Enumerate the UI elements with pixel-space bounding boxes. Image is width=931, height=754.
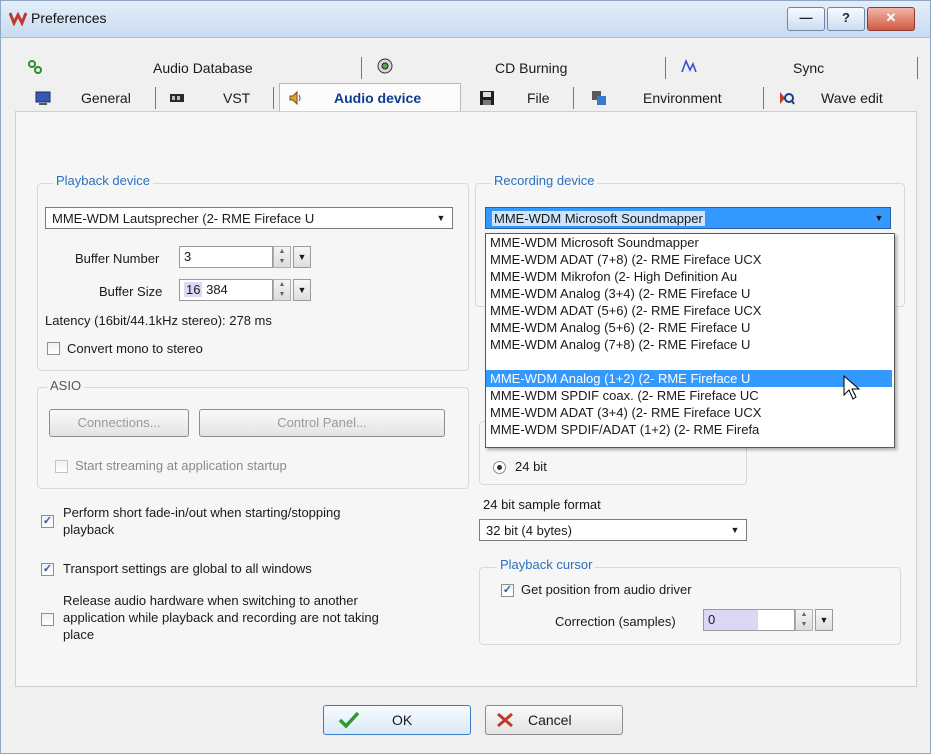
tab-separator: [763, 87, 764, 109]
playback-device-label: Playback device: [53, 173, 153, 188]
app-logo-icon: [9, 11, 27, 27]
cd-icon: [377, 58, 393, 74]
bit-depth-24-radio[interactable]: [493, 461, 506, 474]
tab-separator: [573, 87, 574, 109]
list-item[interactable]: MME-WDM Microsoft Soundmapper: [486, 234, 892, 251]
release-label-line3: place: [63, 627, 95, 642]
start-streaming-checkbox[interactable]: [55, 460, 68, 473]
transport-global-label: Transport settings are global to all win…: [63, 561, 312, 576]
list-item[interactable]: MME-WDM Analog (5+6) (2- RME Fireface U: [486, 319, 892, 336]
environment-icon: [592, 91, 606, 105]
fade-label-line2: playback: [63, 522, 115, 537]
buffer-number-stepper[interactable]: ▲ ▼: [273, 246, 291, 268]
transport-global-checkbox[interactable]: ✓: [41, 563, 54, 576]
sync-icon: [681, 58, 697, 73]
bit-depth-24-label: 24 bit: [515, 459, 547, 474]
fade-checkbox[interactable]: ✓: [41, 515, 54, 528]
get-position-label: Get position from audio driver: [521, 582, 692, 597]
connections-button[interactable]: Connections...: [49, 409, 189, 437]
tab-sync[interactable]: Sync: [681, 55, 911, 81]
tab-environment[interactable]: Environment: [585, 85, 755, 111]
floppy-icon: [480, 91, 494, 105]
vst-icon: [170, 94, 184, 102]
computer-icon: [35, 91, 51, 105]
release-label-line2: application while playback and recording…: [63, 610, 379, 625]
list-item[interactable]: MME-WDM Analog (7+8) (2- RME Fireface U: [486, 336, 892, 353]
ok-button[interactable]: OK: [323, 705, 471, 735]
chevron-down-icon: ▼: [436, 213, 446, 223]
sample-format-select[interactable]: 32 bit (4 bytes) ▼: [479, 519, 747, 541]
tab-vst[interactable]: VST: [167, 85, 263, 111]
window-title: Preferences: [31, 10, 107, 26]
checkmark-icon: [338, 711, 360, 729]
buffer-size-stepper[interactable]: ▲ ▼: [273, 279, 291, 301]
tab-separator: [155, 87, 156, 109]
buffer-size-label: Buffer Size: [99, 284, 163, 299]
wave-edit-icon: [780, 92, 795, 105]
playback-cursor-group: [479, 567, 901, 645]
tab-separator: [361, 57, 362, 79]
mouse-cursor-icon: [843, 375, 861, 400]
tab-cd-burning[interactable]: CD Burning: [377, 55, 657, 81]
list-item[interactable]: MME-WDM SPDIF coax. (2- RME Fireface UC: [486, 387, 892, 404]
get-position-checkbox[interactable]: ✓: [501, 584, 514, 597]
asio-group: [37, 387, 469, 489]
list-item-highlighted[interactable]: MME-WDM Analog (1+2) (2- RME Fireface U: [486, 370, 892, 387]
convert-mono-label: Convert mono to stereo: [67, 341, 203, 356]
buffer-size-dropdown[interactable]: ▼: [293, 279, 311, 301]
tab-file[interactable]: File: [471, 85, 563, 111]
speaker-icon: [289, 90, 301, 106]
asio-label: ASIO: [47, 378, 85, 393]
list-item[interactable]: MME-WDM ADAT (7+8) (2- RME Fireface UCX: [486, 251, 892, 268]
tab-row-bottom: General VST Audio device File Environmen…: [1, 83, 930, 112]
chevron-down-icon: ▼: [730, 525, 740, 535]
fade-label-line1: Perform short fade-in/out when starting/…: [63, 505, 341, 520]
chevron-down-icon: ▼: [874, 213, 884, 223]
list-item[interactable]: MME-WDM SPDIF/ADAT (1+2) (2- RME Firefa: [486, 421, 892, 438]
correction-stepper[interactable]: ▲ ▼: [795, 609, 813, 631]
close-button[interactable]: ✕: [867, 7, 915, 31]
latency-text: Latency (16bit/44.1kHz stereo): 278 ms: [45, 313, 272, 328]
playback-device-select[interactable]: MME-WDM Lautsprecher (2- RME Fireface U …: [45, 207, 453, 229]
correction-label: Correction (samples): [555, 614, 676, 629]
help-button[interactable]: ?: [827, 7, 865, 31]
playback-cursor-label: Playback cursor: [497, 557, 596, 572]
tab-wave-edit[interactable]: Wave edit: [773, 85, 903, 111]
release-hardware-checkbox[interactable]: [41, 613, 54, 626]
tab-general[interactable]: General: [25, 85, 145, 111]
start-streaming-label: Start streaming at application startup: [75, 458, 287, 473]
correction-input[interactable]: 0: [703, 609, 795, 631]
preferences-window: Preferences — ? ✕ Audio Database CD Burn…: [0, 0, 931, 754]
tab-audio-device[interactable]: Audio device: [279, 83, 461, 112]
recording-device-label: Recording device: [491, 173, 598, 188]
tab-separator: [665, 57, 666, 79]
list-item[interactable]: MME-WDM ADAT (3+4) (2- RME Fireface UCX: [486, 404, 892, 421]
tab-separator: [917, 57, 918, 79]
list-item[interactable]: MME-WDM Analog (3+4) (2- RME Fireface U: [486, 285, 892, 302]
tab-row-top: Audio Database CD Burning Sync: [1, 55, 930, 81]
sample-format-label: 24 bit sample format: [483, 497, 601, 512]
buffer-number-label: Buffer Number: [75, 251, 160, 266]
minimize-button[interactable]: —: [787, 7, 825, 31]
correction-dropdown[interactable]: ▼: [815, 609, 833, 631]
tab-audio-database[interactable]: Audio Database: [27, 55, 327, 81]
buffer-number-input[interactable]: 3: [179, 246, 273, 268]
recording-device-select[interactable]: MME-WDM Microsoft Soundmapper ▼: [485, 207, 891, 229]
control-panel-button[interactable]: Control Panel...: [199, 409, 445, 437]
recording-device-dropdown-list[interactable]: MME-WDM Microsoft Soundmapper MME-WDM AD…: [485, 233, 895, 448]
release-label-line1: Release audio hardware when switching to…: [63, 593, 358, 608]
buffer-size-input[interactable]: 16 384: [179, 279, 273, 301]
list-item[interactable]: MME-WDM ADAT (5+6) (2- RME Fireface UCX: [486, 302, 892, 319]
title-bar: Preferences — ? ✕: [1, 1, 930, 38]
x-icon: [497, 712, 513, 728]
cancel-button[interactable]: Cancel: [485, 705, 623, 735]
database-icon: [28, 60, 42, 74]
list-item[interactable]: MME-WDM Mikrofon (2- High Definition Au: [486, 268, 892, 285]
buffer-number-dropdown[interactable]: ▼: [293, 246, 311, 268]
tab-separator: [273, 87, 274, 109]
convert-mono-checkbox[interactable]: [47, 342, 60, 355]
